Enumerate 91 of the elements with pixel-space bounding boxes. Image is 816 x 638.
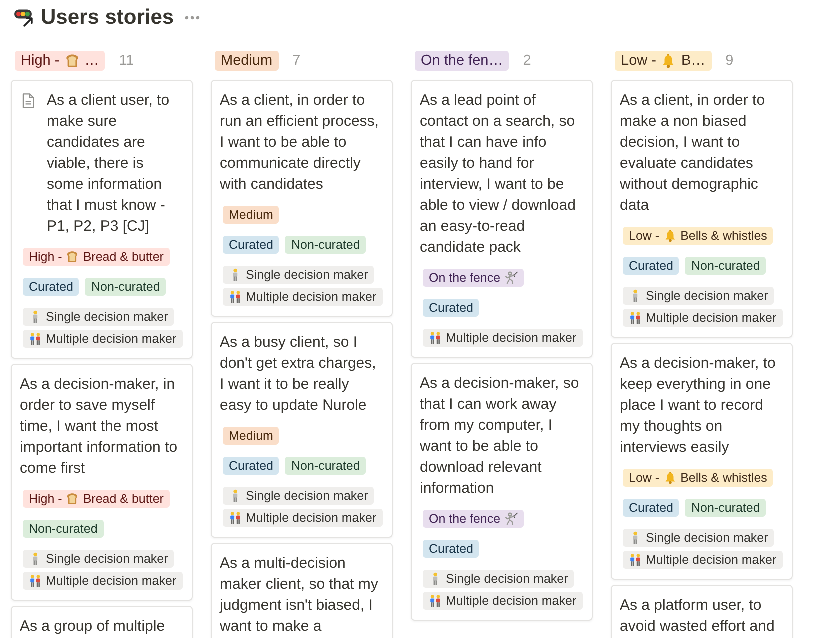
tag-label: Multiple decision maker: [446, 593, 577, 610]
two-people-icon: [429, 331, 442, 345]
curation-tag: Non-curated: [85, 278, 166, 296]
curation-tag: Non-curated: [285, 457, 366, 475]
tag-label: Single decision maker: [646, 530, 768, 547]
tag-label: Multiple decision maker: [46, 331, 177, 348]
tag-label: Bells & whistles: [680, 228, 768, 245]
two-people-icon: [629, 311, 642, 325]
story-text: As a client, in order to make a non biased decision, I want to evaluate candidates without demographic data: [620, 91, 766, 216]
curation-tag: Curated: [423, 299, 480, 317]
tag-label: On the fence: [429, 511, 501, 528]
story-card[interactable]: As a multi-decision maker client, so that my judgment isn't biased, I want to make a: [211, 543, 393, 638]
curation-tag: Curated: [223, 457, 280, 475]
two-people-icon: [29, 574, 42, 588]
priority-tag: Medium: [223, 206, 280, 224]
story-card[interactable]: As a group of multiple: [11, 606, 193, 638]
tag-label: B…: [681, 52, 706, 71]
card-count: 2: [523, 52, 532, 71]
tag-label: On the fence: [429, 270, 501, 287]
tag-label: Bread & butter: [83, 249, 164, 266]
curation-tag: Non-curated: [23, 520, 104, 538]
story-text: As a group of multiple: [20, 617, 166, 637]
priority-tag: Medium: [223, 427, 280, 445]
bread-icon: [66, 492, 80, 506]
story-text: As a client, in order to run an efficient process, I want to be able to communicate directly with candidates: [220, 91, 380, 195]
story-text: As a platform user, to avoid wasted effort and: [620, 596, 776, 637]
bell-icon: [664, 471, 677, 485]
story-text: As a busy client, so I don't get extra charges, I want it to be really easy to update Nurole: [220, 333, 378, 416]
card-count: 7: [292, 52, 301, 71]
tag-label: Multiple decision maker: [46, 573, 177, 590]
story-card[interactable]: [11, 80, 193, 359]
story-text: As a decision-maker, to keep everything in one place I want to record my thoughts on interviews easily: [620, 354, 777, 458]
story-card[interactable]: [411, 80, 593, 358]
traffic-light-arrow-icon: [14, 9, 35, 27]
story-card[interactable]: As a decision-maker, so that I can work away from my computer, I want to be able to download relevant information On the fence Curated Single decision maker Multiple decision maker: [411, 363, 593, 621]
bell-icon: [664, 229, 677, 243]
curation-tag: Curated: [423, 540, 480, 558]
bread-icon: [66, 250, 80, 264]
story-card[interactable]: As a platform user, to avoid wasted effort and: [611, 585, 793, 638]
story-card[interactable]: As a client, in order to run an efficient process, I want to be able to communicate directly with candidates Medium Curated Non-curated Single decision maker Multiple decision maker: [211, 80, 393, 317]
tag-label: Single decision maker: [446, 571, 568, 588]
two-people-icon: [29, 332, 42, 346]
curation-tag: Non-curated: [285, 236, 366, 254]
tag-label: Multiple decision maker: [646, 552, 777, 569]
page-title: Users stories: [41, 6, 174, 30]
more-icon[interactable]: [185, 16, 200, 20]
story-text: As a multi-decision maker client, so that my judgment isn't biased, I want to make a: [220, 554, 380, 637]
tag-label: High -: [29, 491, 62, 508]
curation-tag: Non-curated: [685, 499, 766, 517]
card-count: 9: [726, 52, 734, 71]
tag-label: Single decision maker: [46, 551, 168, 568]
fencer-icon: [504, 512, 518, 526]
curation-tag: Non-curated: [685, 257, 766, 275]
tag-label: …: [84, 52, 100, 71]
tag-label: Single decision maker: [246, 267, 368, 284]
story-text: As a decision-maker, in order to save myself time, I want the most important information to come first: [20, 375, 179, 479]
tag-label: Low -: [621, 52, 656, 71]
story-card[interactable]: As a busy client, so I don't get extra charges, I want it to be really easy to update Nurole Medium Curated Non-curated Single decision maker Multiple decision maker: [211, 322, 393, 538]
tag-label: Single decision maker: [646, 288, 768, 305]
tag-label: Multiple decision maker: [246, 510, 377, 527]
story-text: As a client user, to make sure candidates are viable, there is some information that I must know - P1, P2, P3 [CJ]: [47, 91, 171, 237]
tag-label: Multiple decision maker: [246, 289, 377, 306]
two-people-icon: [229, 511, 242, 525]
tag-label: High -: [21, 52, 60, 71]
two-people-icon: [229, 290, 242, 304]
two-people-icon: [429, 594, 442, 608]
tag-label: Multiple decision maker: [446, 330, 577, 347]
group-tag: On the fen…: [415, 51, 510, 71]
card-count: 11: [119, 52, 134, 71]
fencer-icon: [504, 271, 518, 285]
story-text: As a lead point of contact on a search, so that I can have info easily to hand for interview, I want to be able to view / download an easy-to-read candidate pack: [420, 91, 577, 258]
tag-label: High -: [29, 249, 62, 266]
curation-tag: Curated: [623, 499, 680, 517]
story-card[interactable]: As a decision-maker, in order to save myself time, I want the most important information to come first High - Bread & butter Non-curated Single decision maker Multiple decision maker: [11, 364, 193, 601]
bread-icon: [64, 53, 80, 69]
group-tag: Medium: [215, 51, 279, 71]
two-people-icon: [629, 553, 642, 567]
tag-label: Bread & butter: [83, 491, 164, 508]
tag-label: Low -: [629, 228, 660, 245]
story-text: As a decision-maker, so that I can work away from my computer, I want to be able to download relevant information: [420, 374, 580, 499]
story-card[interactable]: As a decision-maker, to keep everything in one place I want to record my thoughts on interviews easily Low - Bells & whistles Curated Non-curated Single decision maker Multiple decision maker: [611, 343, 793, 580]
curation-tag: Curated: [23, 278, 80, 296]
tag-label: Low -: [629, 470, 660, 487]
tag-label: Single decision maker: [46, 309, 168, 326]
tag-label: Multiple decision maker: [646, 310, 777, 327]
story-card[interactable]: As a client, in order to make a non biased decision, I want to evaluate candidates without demographic data Low - Bells & whistles Curated Non-curated Single decision maker Multiple decision maker: [611, 80, 793, 338]
curation-tag: Curated: [623, 257, 680, 275]
curation-tag: Curated: [223, 236, 280, 254]
bell-icon: [661, 53, 676, 69]
tag-label: Single decision maker: [246, 488, 368, 505]
tag-label: Bells & whistles: [680, 470, 768, 487]
